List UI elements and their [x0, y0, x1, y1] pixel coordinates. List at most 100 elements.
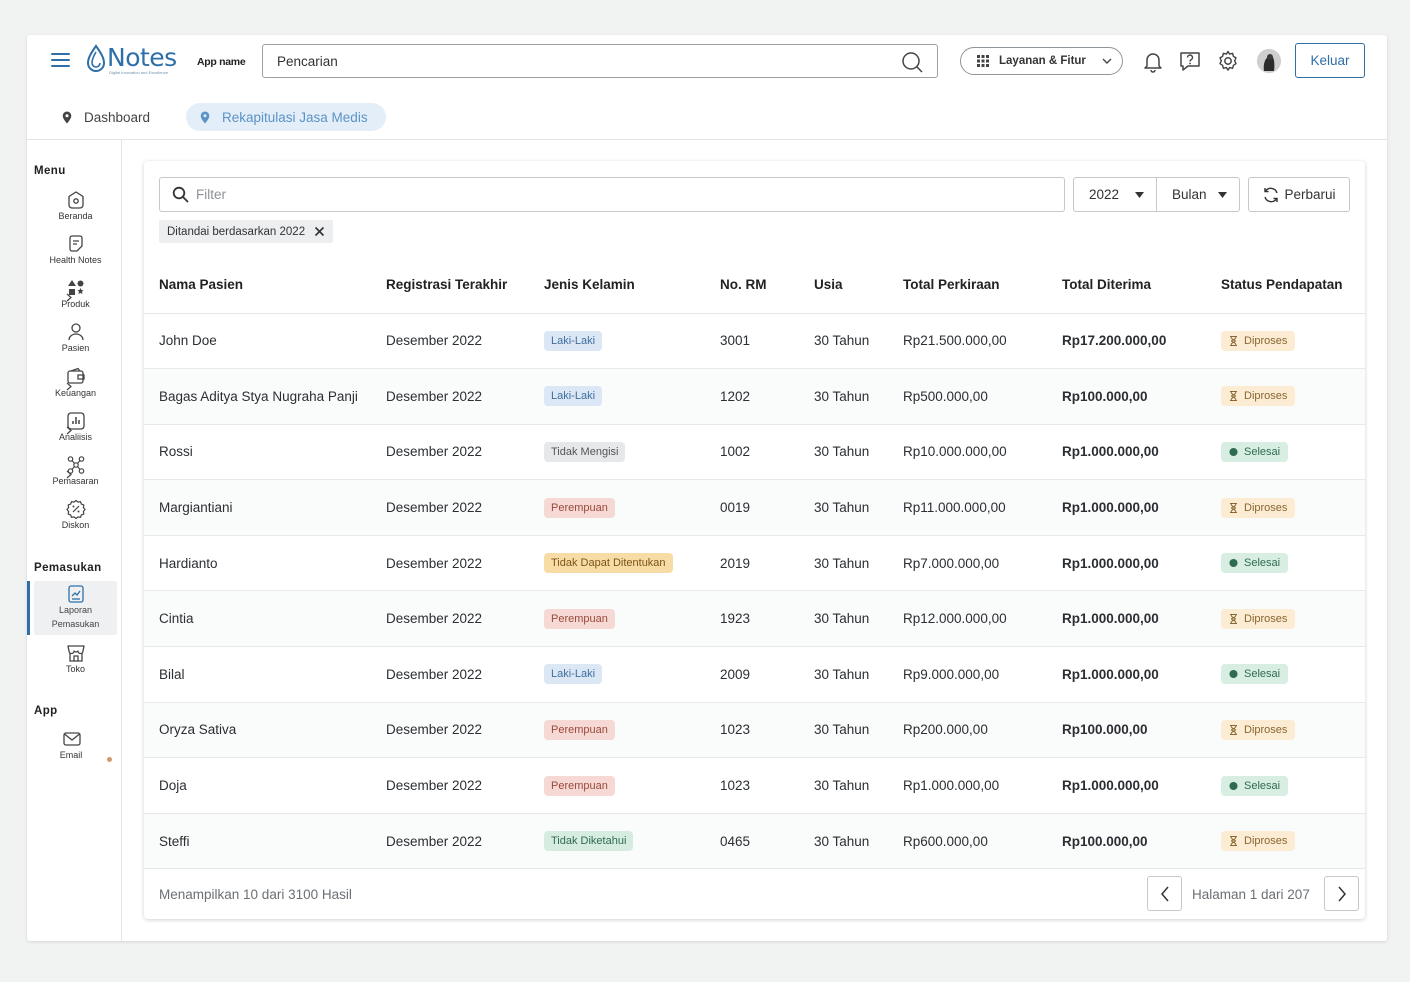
home-icon: [68, 191, 84, 209]
sidebar-item-label: Pemasaran: [52, 476, 99, 486]
column-header[interactable]: Nama Pasien: [144, 257, 386, 314]
gender-badge: Laki-Laki: [544, 330, 603, 351]
table-row[interactable]: Bilal Desember 2022 Laki-Laki 2009 30 Tahun R…: [144, 646, 1365, 703]
medical-record-number: 1023: [720, 702, 814, 759]
check-circle-icon: [1229, 670, 1238, 679]
status-cell: Diproses: [1221, 813, 1365, 870]
table-row[interactable]: John Doe Desember 2022 Laki-Laki 3001 30 Tah…: [144, 313, 1365, 370]
chevron-down-icon: [1102, 58, 1112, 64]
age: 30 Tahun: [814, 590, 903, 648]
services-dropdown[interactable]: Layanan & Fitur: [960, 47, 1123, 75]
table-row[interactable]: Rossi Desember 2022 Tidak Mengisi 1002 30 Ta…: [144, 424, 1365, 481]
patient-name: John Doe: [144, 313, 386, 370]
grid-icon: [977, 55, 989, 67]
status-badge: Selesai: [1221, 441, 1289, 462]
sidebar-item-label: Produk: [61, 299, 90, 309]
tab-rekapitulasi-jasa-medis[interactable]: Rekapitulasi Jasa Medis: [186, 103, 386, 131]
logout-button[interactable]: Keluar: [1295, 43, 1365, 78]
status-label: Diproses: [1244, 501, 1288, 514]
bell-icon[interactable]: [1141, 49, 1165, 73]
sidebar-item-label: Keuangan: [54, 388, 97, 398]
refresh-icon: [1264, 187, 1279, 202]
prev-page-button[interactable]: [1147, 876, 1182, 911]
last-registration: Desember 2022: [386, 590, 544, 648]
tab-dashboard[interactable]: Dashboard: [48, 103, 168, 131]
sidebar-item-pasien[interactable]: Pasien: [34, 322, 117, 362]
sidebar-item-keuangan[interactable]: Keuangan: [34, 367, 117, 407]
help-icon[interactable]: [1178, 49, 1202, 73]
medical-record-number: 1202: [720, 368, 814, 425]
sidebar-heading-menu: Menu: [34, 165, 66, 177]
table-row[interactable]: Doja Desember 2022 Perempuan 1023 30 Tahun Rp…: [144, 757, 1365, 814]
patient-name: Margiantiani: [144, 479, 386, 536]
status-cell: Diproses: [1221, 368, 1365, 425]
gender-cell: Perempuan: [544, 479, 720, 536]
logo-subtitle: Digital Innovation and Excellence: [109, 70, 168, 75]
column-header[interactable]: Total Diterima: [1062, 257, 1221, 314]
table-row[interactable]: Cintia Desember 2022 Perempuan 1923 30 Tahun…: [144, 590, 1365, 648]
received-total: Rp1.000.000,00: [1062, 590, 1221, 648]
close-icon[interactable]: [314, 226, 325, 237]
app-window: Notes Digital Innovation and Excellence …: [27, 35, 1387, 941]
table-row[interactable]: Oryza Sativa Desember 2022 Perempuan 1023 30…: [144, 702, 1365, 759]
sidebar-item-pemasaran[interactable]: Pemasaran: [34, 455, 117, 495]
medical-record-number: 0465: [720, 813, 814, 870]
sidebar-item-analiisis[interactable]: Analiisis: [34, 411, 117, 451]
status-badge: Diproses: [1221, 719, 1296, 740]
discount-icon: [66, 499, 86, 519]
status-label: Diproses: [1244, 334, 1288, 347]
next-page-button[interactable]: [1324, 876, 1359, 911]
table-row[interactable]: Bagas Aditya Stya Nugraha Panji Desember …: [144, 368, 1365, 425]
table-row[interactable]: Hardianto Desember 2022 Tidak Dapat Ditent…: [144, 535, 1365, 592]
sidebar-item-diskon[interactable]: Diskon: [34, 499, 117, 539]
search-icon[interactable]: [901, 51, 923, 73]
sidebar-item-email[interactable]: Email: [34, 729, 108, 769]
column-header[interactable]: Registrasi Terakhir: [386, 257, 544, 314]
location-pin-icon: [200, 111, 210, 123]
active-indicator: [27, 581, 30, 635]
chevron-right-icon: [66, 426, 72, 435]
search-input[interactable]: [277, 45, 877, 77]
sidebar-item-laporan-pemasukan[interactable]: Laporan Pemasukan: [34, 581, 117, 635]
sidebar-item-health-notes[interactable]: Health Notes: [34, 234, 117, 274]
column-header[interactable]: Status Pendapatan: [1221, 257, 1365, 314]
avatar-image: [1257, 49, 1281, 73]
gender-cell: Tidak Dapat Ditentukan: [544, 535, 720, 592]
filter-input[interactable]: [196, 178, 1046, 211]
hourglass-icon: [1230, 613, 1237, 624]
gender-cell: Perempuan: [544, 702, 720, 759]
sidebar-item-label: Pasien: [61, 343, 90, 353]
app-logo[interactable]: Notes Digital Innovation and Excellence: [85, 44, 177, 76]
status-cell: Diproses: [1221, 479, 1365, 536]
medical-record-number: 1002: [720, 424, 814, 481]
column-header[interactable]: No. RM: [720, 257, 814, 314]
avatar[interactable]: [1257, 49, 1281, 73]
chevron-right-icon: [1337, 886, 1346, 901]
status-label: Diproses: [1244, 835, 1288, 848]
sidebar-item-beranda[interactable]: Beranda: [34, 190, 117, 230]
received-total: Rp1.000.000,00: [1062, 479, 1221, 536]
table-row[interactable]: Steffi Desember 2022 Tidak Diketahui 0465 30…: [144, 813, 1365, 870]
age: 30 Tahun: [814, 813, 903, 870]
year-select[interactable]: 2022: [1073, 177, 1157, 212]
sidebar-item-label: Toko: [65, 664, 85, 674]
table-row[interactable]: Margiantiani Desember 2022 Perempuan 0019 30…: [144, 479, 1365, 536]
gender-badge: Tidak Diketahui: [544, 831, 634, 852]
column-header[interactable]: Jenis Kelamin: [544, 257, 720, 314]
sidebar-item-toko[interactable]: Toko: [34, 643, 117, 683]
gender-badge: Tidak Dapat Ditentukan: [544, 553, 673, 574]
column-header[interactable]: Total Perkiraan: [903, 257, 1062, 314]
refresh-button[interactable]: Perbarui: [1248, 177, 1350, 212]
age: 30 Tahun: [814, 424, 903, 481]
column-header[interactable]: Usia: [814, 257, 903, 314]
sidebar: Menu Beranda Health Notes Produk Pasien …: [27, 140, 122, 941]
period-select[interactable]: Bulan: [1156, 177, 1240, 212]
notification-dot: [107, 757, 112, 762]
menu-toggle-icon[interactable]: [51, 53, 70, 67]
age: 30 Tahun: [814, 757, 903, 814]
gender-cell: Laki-Laki: [544, 368, 720, 425]
sidebar-item-produk[interactable]: Produk: [34, 278, 117, 318]
year-value: 2022: [1089, 187, 1120, 202]
gender-badge: Perempuan: [544, 719, 615, 740]
gear-icon[interactable]: [1216, 49, 1240, 73]
